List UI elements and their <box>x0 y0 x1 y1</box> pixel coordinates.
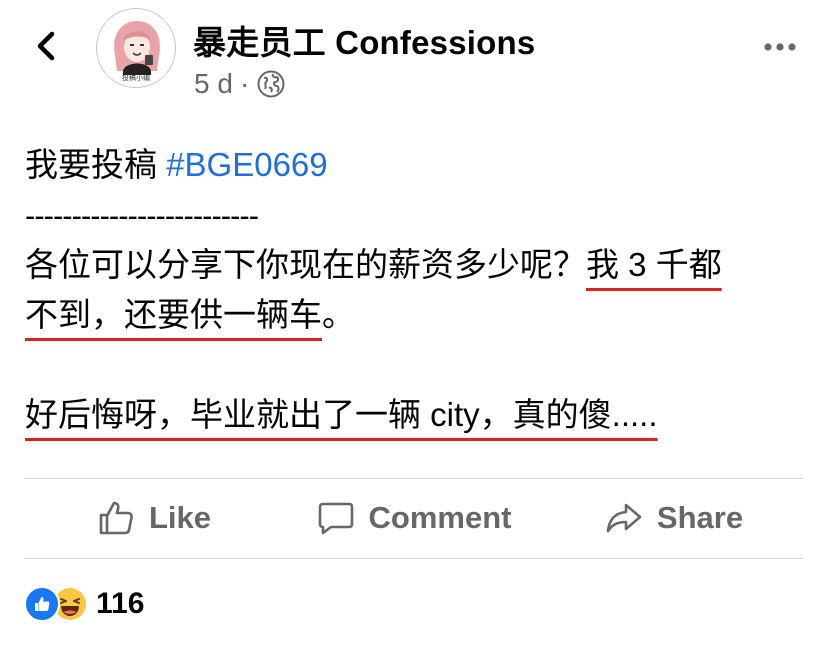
comment-label: Comment <box>368 500 512 535</box>
thumbs-up-icon <box>99 501 133 535</box>
post-actions-bar: Like Comment Share <box>24 478 804 558</box>
post-timestamp[interactable]: 5 d <box>194 68 233 100</box>
post-line-4: 不到，还要供一辆车。 <box>25 290 815 340</box>
question-text: 各位可以分享下你现在的薪资多少呢？ <box>25 246 586 283</box>
highlighted-text-1: 我 3 千都 <box>586 246 722 283</box>
comment-button[interactable]: Comment <box>284 478 544 558</box>
page-avatar[interactable]: 投稿小编 <box>96 8 176 88</box>
like-reaction-icon <box>24 586 60 622</box>
post-meta: 5 d · <box>194 66 286 102</box>
dash-separator: ------------------------- <box>25 198 259 233</box>
globe-icon[interactable] <box>256 69 286 99</box>
post-line-3: 各位可以分享下你现在的薪资多少呢？我 3 千都 <box>25 240 815 290</box>
like-label: Like <box>148 500 212 535</box>
more-horizontal-icon <box>764 43 796 51</box>
back-button[interactable] <box>28 26 68 66</box>
more-options-button[interactable] <box>760 32 800 62</box>
share-arrow-icon <box>606 503 642 533</box>
post-line-blank <box>25 340 815 390</box>
post-intro-text: 我要投稿 <box>25 146 167 183</box>
page-name[interactable]: 暴走员工 Confessions <box>193 16 535 64</box>
share-label: Share <box>656 500 744 535</box>
meta-separator: · <box>239 68 250 99</box>
highlighted-text-3: 好后悔呀，毕业就出了一辆 city，真的傻..... <box>25 396 658 433</box>
post-line-1: 我要投稿 #BGE0669 <box>25 140 815 190</box>
reaction-count[interactable]: 116 <box>96 587 144 621</box>
actions-bottom-divider <box>24 558 804 559</box>
post-header: 投稿小编 暴走员工 Confessions 5 d · <box>0 0 828 120</box>
post-line-5: 好后悔呀，毕业就出了一辆 city，真的傻..... <box>25 390 815 440</box>
chevron-left-icon <box>37 31 55 61</box>
highlighted-text-2: 不到，还要供一辆车 <box>25 296 322 333</box>
comment-bubble-icon <box>318 502 353 535</box>
share-button[interactable]: Share <box>544 478 804 558</box>
sentence-end: 。 <box>322 296 355 333</box>
hashtag-link[interactable]: #BGE0669 <box>166 146 327 183</box>
like-button[interactable]: Like <box>24 478 284 558</box>
avatar-caption: 投稿小编 <box>122 74 150 82</box>
reactions-summary[interactable]: 116 <box>24 584 144 624</box>
post-line-2: ------------------------- <box>25 190 815 240</box>
post-text: 我要投稿 #BGE0669 ------------------------- … <box>25 140 815 440</box>
